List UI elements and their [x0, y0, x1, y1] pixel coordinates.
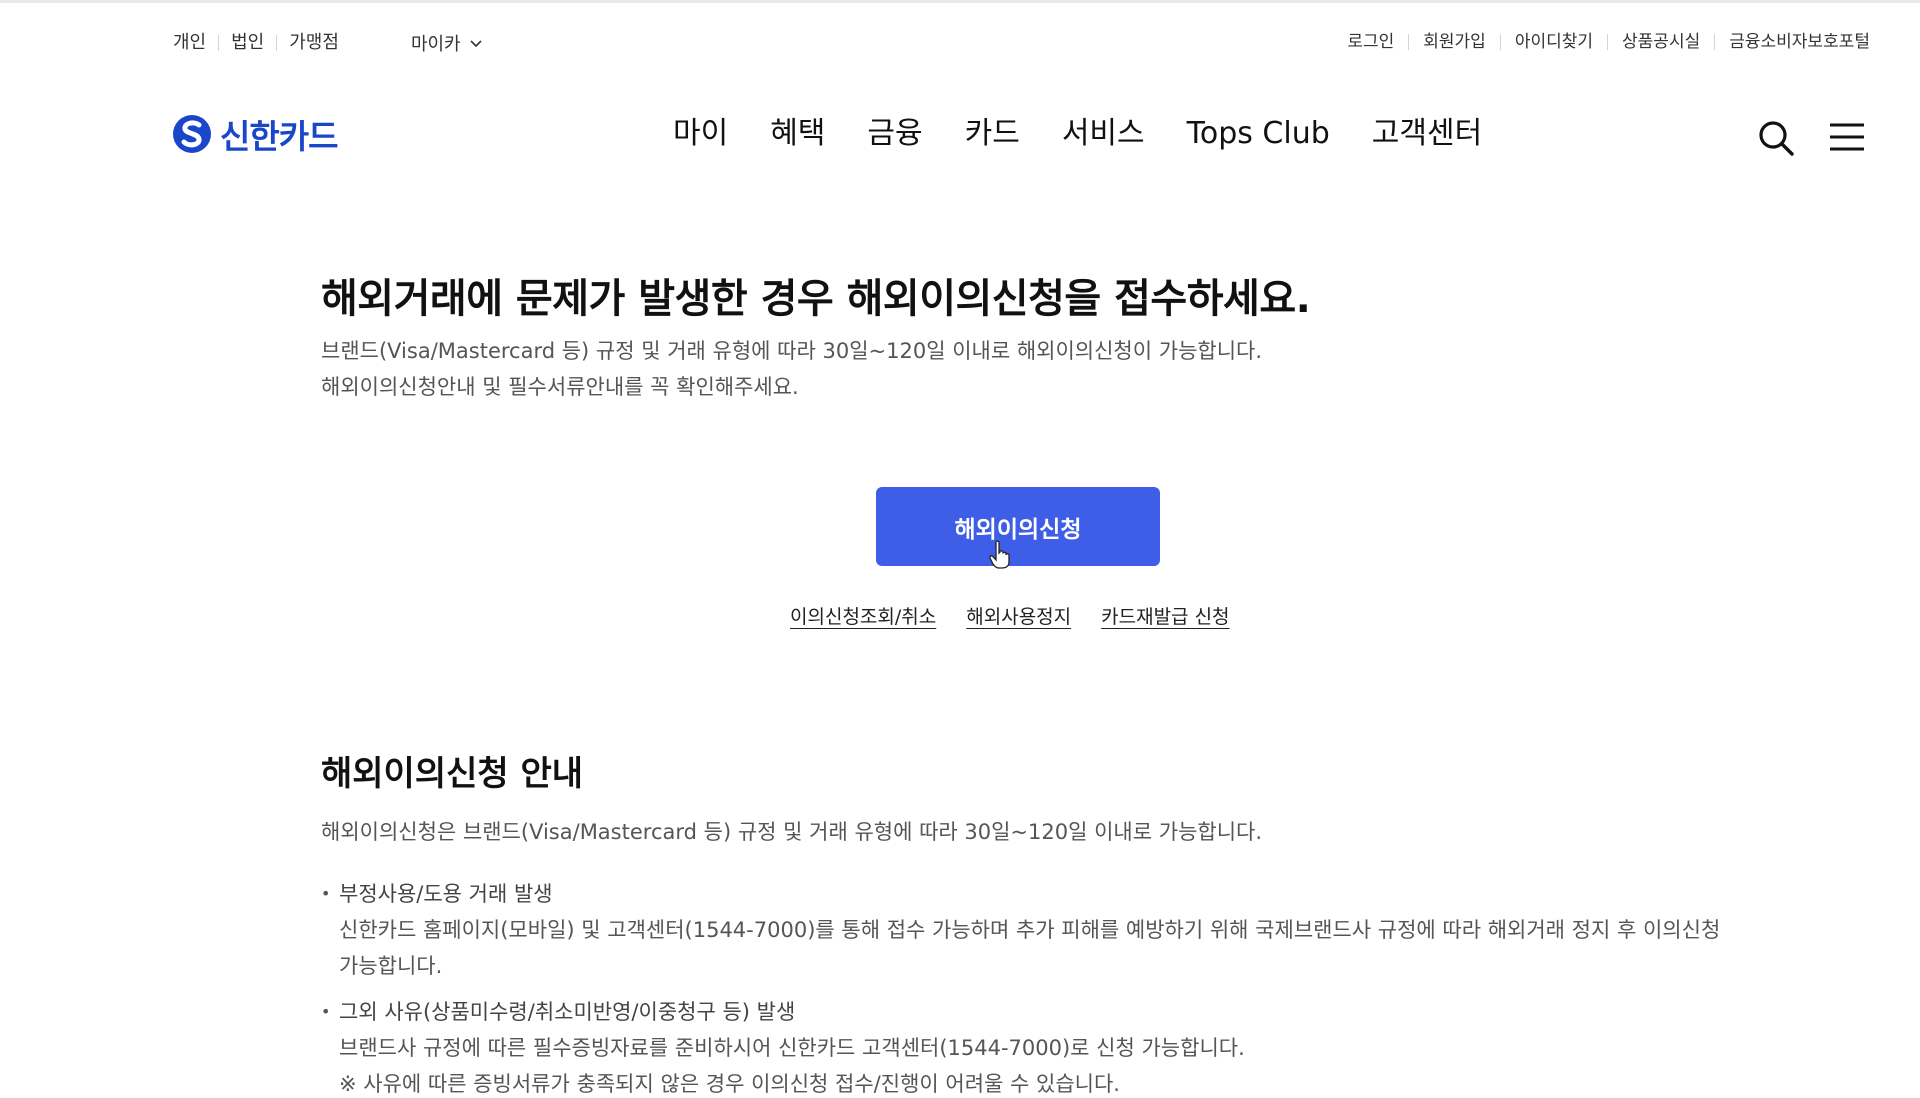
card-reissue-link[interactable]: 카드재발급 신청 [1101, 602, 1229, 629]
overseas-use-suspend-link[interactable]: 해외사용정지 [966, 602, 1071, 629]
list-item-body: 브랜드사 규정에 따른 필수증빙자료를 준비하시어 신한카드 고객센터(1544… [339, 1036, 1245, 1060]
nav-item-service[interactable]: 서비스 [1062, 114, 1145, 154]
top-border-line [0, 0, 1920, 3]
nav-item-benefits[interactable]: 혜택 [770, 114, 825, 154]
guide-note: ※ 사유에 따른 증빙서류가 충족되지 않은 경우 이의신청 접수/진행이 어려… [339, 1072, 1120, 1096]
nav-item-card[interactable]: 카드 [965, 114, 1020, 154]
sub-links: 이의신청조회/취소 해외사용정지 카드재발급 신청 [790, 602, 1230, 629]
utility-nav-right: 로그인 회원가입 아이디찾기 상품공시실 금융소비자보호포털 [1333, 31, 1870, 53]
nav-item-tops-club[interactable]: Tops Club [1187, 114, 1330, 154]
list-item-body: 신한카드 홈페이지(모바일) 및 고객센터(1544-7000)를 통해 접수 … [339, 918, 1721, 978]
hamburger-menu-icon[interactable] [1828, 120, 1866, 154]
guide-list: • 부정사용/도용 거래 발생 신한카드 홈페이지(모바일) 및 고객센터(15… [321, 876, 1721, 1076]
guide-title: 해외이의신청 안내 [321, 754, 584, 794]
main-nav: 마이 혜택 금융 카드 서비스 Tops Club 고객센터 [673, 114, 1482, 154]
utility-link-personal[interactable]: 개인 [173, 32, 218, 54]
product-disclosure-link[interactable]: 상품공시실 [1608, 31, 1714, 53]
hero-desc-line-2: 해외이의신청안내 및 필수서류안내를 꼭 확인해주세요. [321, 375, 799, 399]
list-item-title: 그외 사유(상품미수령/취소미반영/이중청구 등) 발생 [339, 1000, 796, 1024]
bullet-icon: • [321, 884, 331, 903]
chevron-down-icon [470, 40, 482, 48]
page-title: 해외거래에 문제가 발생한 경우 해외이의신청을 접수하세요. [321, 276, 1311, 322]
list-item: • 그외 사유(상품미수령/취소미반영/이중청구 등) 발생 브랜드사 규정에 … [321, 994, 1721, 1066]
search-icon[interactable] [1756, 118, 1796, 158]
site-logo[interactable]: 신한카드 [172, 110, 338, 158]
list-item: • 부정사용/도용 거래 발생 신한카드 홈페이지(모바일) 및 고객센터(15… [321, 876, 1721, 984]
hero-desc-line-1: 브랜드(Visa/Mastercard 등) 규정 및 거래 유형에 따라 30… [321, 339, 1263, 363]
shinhan-logo-icon [173, 115, 211, 153]
logo-text: 신한카드 [220, 117, 338, 156]
nav-item-customer-center[interactable]: 고객센터 [1372, 114, 1482, 154]
utility-link-merchant[interactable]: 가맹점 [277, 32, 351, 54]
list-item-title: 부정사용/도용 거래 발생 [339, 882, 553, 906]
bullet-icon: • [321, 1002, 331, 1021]
nav-item-finance[interactable]: 금융 [867, 114, 922, 154]
login-link[interactable]: 로그인 [1333, 31, 1408, 53]
myca-dropdown[interactable]: 마이카 [411, 30, 483, 56]
myca-label: 마이카 [410, 34, 461, 55]
dispute-inquiry-cancel-link[interactable]: 이의신청조회/취소 [790, 602, 936, 629]
hero-description: 브랜드(Visa/Mastercard 등) 규정 및 거래 유형에 따라 30… [321, 333, 1262, 405]
utility-nav-left: 개인 법인 가맹점 마이카 [173, 30, 483, 56]
utility-link-corporate[interactable]: 법인 [219, 32, 276, 54]
overseas-dispute-apply-button[interactable]: 해외이의신청 [876, 487, 1160, 566]
hand-pointer-cursor-icon [989, 540, 1010, 569]
guide-description: 해외이의신청은 브랜드(Visa/Mastercard 등) 규정 및 거래 유… [321, 820, 1263, 844]
signup-link[interactable]: 회원가입 [1409, 31, 1500, 53]
consumer-protection-link[interactable]: 금융소비자보호포털 [1715, 31, 1870, 53]
find-id-link[interactable]: 아이디찾기 [1501, 31, 1607, 53]
nav-item-my[interactable]: 마이 [673, 114, 728, 154]
